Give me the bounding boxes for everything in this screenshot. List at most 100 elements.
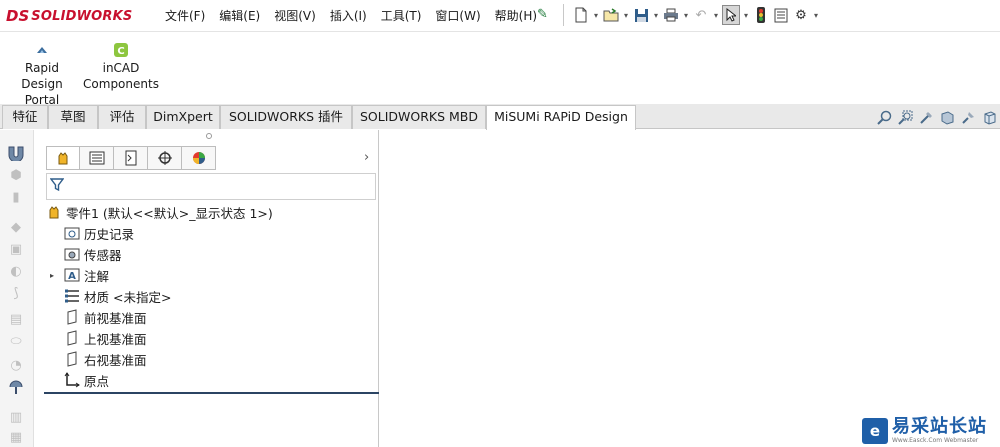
panel-splitter-handle[interactable] [206, 133, 212, 139]
tab-solidworks-addins[interactable]: SOLIDWORKS 插件 [220, 105, 352, 129]
reference-geometry-icon[interactable] [5, 378, 27, 396]
save-icon[interactable] [632, 5, 650, 25]
incad-components-icon: C [113, 42, 129, 58]
solidworks-logo[interactable]: DS SOLIDWORKS [6, 6, 132, 26]
tree-item-annotations[interactable]: ▸ A 注解 [46, 265, 109, 285]
watermark-cn-text: 易采站长站 [892, 415, 987, 437]
view-orientation-icon[interactable] [980, 108, 998, 126]
curves-icon[interactable]: ▥ [5, 408, 27, 426]
menu-view[interactable]: 视图(V) [267, 7, 323, 25]
extrude-boss-icon[interactable] [5, 144, 27, 162]
tree-item-top-plane[interactable]: 上视基准面 [54, 328, 147, 348]
plane-icon [64, 351, 80, 367]
watermark-en-text: Www.Easck.Com Webmaster [892, 436, 979, 444]
svg-text:C: C [117, 46, 124, 57]
origin-icon [64, 372, 80, 388]
tree-item-label: 材质 <未指定> [84, 289, 172, 305]
sweep-cut-icon[interactable]: ⬭ [5, 332, 27, 350]
dynamic-annotation-icon[interactable] [959, 108, 977, 126]
fillet-icon[interactable]: ◔ [5, 356, 27, 374]
expand-arrow-icon[interactable]: ▸ [46, 271, 64, 280]
tree-item-history[interactable]: 历史记录 [54, 223, 134, 243]
options-gear-icon[interactable]: ⚙ [792, 5, 810, 25]
rapid-design-portal-label-1: Rapid Design [21, 61, 63, 91]
part-icon [46, 204, 62, 220]
tab-solidworks-mbd[interactable]: SOLIDWORKS MBD [352, 105, 486, 129]
loft-boss-icon[interactable]: ◆ [5, 218, 27, 236]
tab-features[interactable]: 特征 [2, 105, 48, 129]
rapid-design-portal-button[interactable]: Rapid Design Portal [4, 42, 80, 108]
tree-item-sensors[interactable]: 传感器 [54, 244, 122, 264]
tree-item-label: 上视基准面 [84, 331, 147, 347]
revolve-cut-icon[interactable]: ▤ [5, 310, 27, 328]
tree-item-label: 前视基准面 [84, 310, 147, 326]
feature-manager-panel: › 零件1 (默认<<默认>_显示状态 1>) 历史记录 传感器 ▸ A 注解 … [34, 130, 379, 447]
annotations-icon: A [64, 267, 80, 283]
select-arrow-icon[interactable] [722, 5, 740, 25]
previous-view-icon[interactable] [917, 108, 935, 126]
boundary-boss-icon[interactable]: ▣ [5, 240, 27, 258]
tree-item-label: 历史记录 [84, 226, 135, 242]
open-folder-icon[interactable] [602, 5, 620, 25]
rapid-design-portal-icon [34, 42, 50, 58]
new-document-icon[interactable] [572, 5, 590, 25]
tab-evaluate[interactable]: 评估 [98, 105, 146, 129]
chevron-right-icon[interactable]: › [364, 150, 369, 165]
tab-sketch[interactable]: 草图 [48, 105, 98, 129]
chevron-down-icon[interactable]: ▾ [622, 5, 630, 25]
tree-filter-bar[interactable] [46, 173, 376, 200]
feature-manager-tree-icon[interactable] [46, 146, 80, 170]
property-manager-icon[interactable] [80, 146, 114, 170]
tree-item-right-plane[interactable]: 右视基准面 [54, 349, 147, 369]
tree-item-label: 注解 [84, 268, 110, 284]
chevron-down-icon[interactable]: ▾ [652, 5, 660, 25]
dimxpert-manager-icon[interactable] [148, 146, 182, 170]
graphics-area[interactable] [380, 130, 1000, 447]
toolbar-separator [563, 4, 564, 26]
logo-name: SOLIDWORKS [31, 8, 133, 24]
print-icon[interactable] [662, 5, 680, 25]
tree-item-front-plane[interactable]: 前视基准面 [54, 307, 147, 327]
hole-wizard-icon[interactable]: ⟆ [5, 284, 27, 302]
menu-file[interactable]: 文件(F) [158, 7, 212, 25]
incad-components-label-2: Components [83, 77, 159, 91]
revolve-boss-icon[interactable]: ⬢ [5, 166, 27, 184]
chevron-down-icon[interactable]: ▾ [742, 5, 750, 25]
chevron-down-icon[interactable]: ▾ [712, 5, 720, 25]
incad-components-button[interactable]: C inCAD Components [82, 42, 160, 92]
plane-icon [64, 309, 80, 325]
watermark-logo-icon: e [862, 417, 888, 444]
history-folder-icon [64, 225, 80, 241]
logo-prefix: DS [6, 7, 30, 25]
tree-root-part[interactable]: 零件1 (默认<<默认>_显示状态 1>) [46, 202, 273, 222]
zoom-to-fit-icon[interactable] [875, 108, 893, 126]
section-view-icon[interactable] [938, 108, 956, 126]
feature-manager-rollback-bar[interactable] [44, 392, 379, 394]
menu-window[interactable]: 窗口(W) [428, 7, 487, 25]
menu-insert[interactable]: 插入(I) [323, 7, 374, 25]
chevron-down-icon[interactable]: ▾ [812, 5, 820, 25]
sensor-folder-icon [64, 246, 80, 262]
tree-item-material[interactable]: 材质 <未指定> [54, 286, 171, 306]
sweep-boss-icon[interactable]: ▮ [5, 188, 27, 206]
rebuild-traffic-light-icon[interactable] [752, 5, 770, 25]
command-manager: Rapid Design Portal C inCAD Components [0, 32, 1000, 107]
configuration-manager-icon[interactable] [114, 146, 148, 170]
pin-icon[interactable]: ✎ [537, 6, 551, 24]
display-manager-icon[interactable] [182, 146, 216, 170]
file-properties-icon[interactable] [772, 5, 790, 25]
tree-item-origin[interactable]: 原点 [54, 370, 109, 390]
zoom-to-area-icon[interactable] [896, 108, 914, 126]
chevron-down-icon[interactable]: ▾ [682, 5, 690, 25]
extrude-cut-icon[interactable]: ◐ [5, 262, 27, 280]
undo-icon[interactable]: ↶ [692, 5, 710, 25]
menu-edit[interactable]: 编辑(E) [212, 7, 267, 25]
menu-tools[interactable]: 工具(T) [374, 7, 429, 25]
chevron-down-icon[interactable]: ▾ [592, 5, 600, 25]
material-icon [64, 288, 80, 304]
tab-dimxpert[interactable]: DimXpert [146, 105, 220, 129]
filter-icon[interactable] [49, 178, 65, 196]
menu-help[interactable]: 帮助(H) [488, 7, 544, 25]
tab-misumi-rapid-design[interactable]: MiSUMi RAPiD Design [486, 105, 636, 130]
instant3d-icon[interactable]: ▦ [5, 428, 27, 446]
